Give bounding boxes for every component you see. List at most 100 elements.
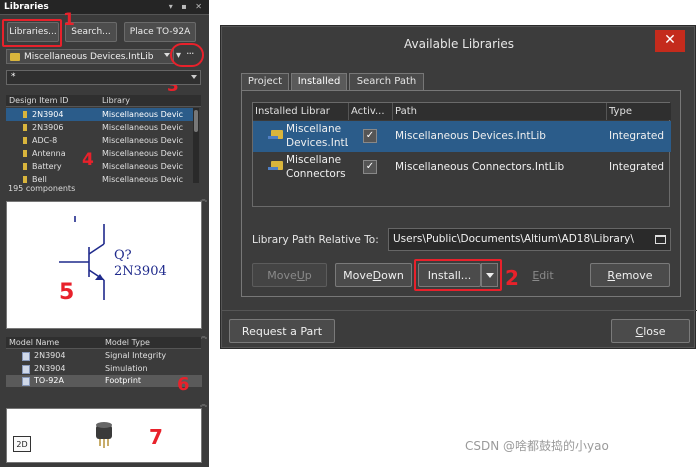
annotation-box-2 xyxy=(414,259,502,291)
components-table-header: Design Item ID Library xyxy=(6,95,201,107)
installed-libraries-table: Installed Librar Activ... Path Type Misc… xyxy=(252,102,671,207)
remove-button[interactable]: Remove xyxy=(590,263,670,287)
component-library: Miscellaneous Devic xyxy=(102,136,184,145)
close-accelerator: C xyxy=(635,324,644,338)
component-filter-input[interactable]: * xyxy=(6,70,201,85)
view-2d-button[interactable]: 2D xyxy=(13,436,31,452)
column-library[interactable]: Library xyxy=(102,95,130,106)
available-libraries-dialog: Available Libraries ✕ Project Installed … xyxy=(220,25,697,349)
relative-path-label: Library Path Relative To: xyxy=(252,234,379,246)
model-icon xyxy=(22,352,30,361)
column-model-name[interactable]: Model Name xyxy=(9,337,59,348)
schematic-designator: Q? xyxy=(114,248,132,263)
annotation-5: 5 xyxy=(59,280,75,305)
models-table-header: Model Name Model Type xyxy=(6,337,201,349)
tab-project[interactable]: Project xyxy=(241,73,289,90)
panel-title: Libraries xyxy=(4,2,49,12)
tab-installed[interactable]: Installed xyxy=(291,73,347,90)
move-down-button[interactable]: Move Down xyxy=(335,263,412,287)
move-down-label: Move xyxy=(343,268,373,282)
annotation-1: 1 xyxy=(63,10,75,30)
move-down-label-rest: own xyxy=(381,268,404,282)
active-checkbox[interactable]: ✓ xyxy=(363,160,377,174)
close-button[interactable]: Close xyxy=(611,319,690,343)
relative-path-value: Users\Public\Documents\Altium\AD18\Libra… xyxy=(393,233,634,245)
move-up-label-rest: p xyxy=(304,268,312,282)
remove-accelerator: R xyxy=(607,268,616,282)
component-row[interactable]: 2N3906 Miscellaneous Devic xyxy=(6,121,194,134)
column-design-item-id[interactable]: Design Item ID xyxy=(9,95,68,106)
model-name: TO-92A xyxy=(34,376,64,385)
model-row[interactable]: 2N3904 Signal Integrity xyxy=(6,350,202,362)
active-checkbox[interactable]: ✓ xyxy=(363,129,377,143)
annotation-4: 4 xyxy=(82,150,94,170)
column-type[interactable]: Type xyxy=(607,103,671,120)
annotation-box-1 xyxy=(2,19,62,47)
annotation-box-3 xyxy=(170,43,204,67)
component-row[interactable]: Antenna Miscellaneous Devic xyxy=(6,147,194,160)
transistor-symbol xyxy=(59,216,105,300)
request-part-button[interactable]: Request a Part xyxy=(229,319,335,343)
component-id: 2N3906 xyxy=(32,123,64,132)
splitter-handle[interactable]: ︽ xyxy=(200,331,207,341)
tab-search-path[interactable]: Search Path xyxy=(349,73,424,90)
relative-path-field[interactable]: Users\Public\Documents\Altium\AD18\Libra… xyxy=(388,228,671,251)
library-path: Miscellaneous Devices.IntLib xyxy=(395,130,546,142)
component-library: Miscellaneous Devic xyxy=(102,162,184,171)
place-component-button[interactable]: Place TO-92A xyxy=(124,22,196,42)
column-model-type[interactable]: Model Type xyxy=(105,337,150,348)
installed-library-row[interactable]: Miscellane Devices.IntLi ✓ Miscellaneous De… xyxy=(253,121,671,152)
close-icon[interactable]: ✕ xyxy=(655,30,685,52)
library-name-line1: Miscellane xyxy=(286,154,342,166)
filter-value: * xyxy=(11,72,16,82)
scrollbar-thumb[interactable] xyxy=(194,110,198,132)
model-row[interactable]: 2N3904 Simulation xyxy=(6,363,202,375)
library-name-line1: Miscellane xyxy=(286,123,342,135)
edit-accelerator: E xyxy=(532,268,540,282)
column-active[interactable]: Activ... xyxy=(349,103,393,120)
remove-label: emove xyxy=(615,268,653,282)
model-type: Simulation xyxy=(105,363,148,373)
panel-window-controls[interactable]: ▾ ▪ ✕ xyxy=(169,2,205,11)
move-down-accelerator: D xyxy=(372,268,382,282)
move-up-button[interactable]: Move Up xyxy=(252,263,327,287)
component-icon xyxy=(23,137,27,144)
library-name-line2: Devices.IntLi xyxy=(286,137,348,149)
installed-library-row[interactable]: Miscellane Connectors ✓ Miscellaneous Conne… xyxy=(253,152,671,183)
component-icon xyxy=(23,124,27,131)
annotation-6: 6 xyxy=(177,374,190,395)
column-path[interactable]: Path xyxy=(393,103,607,120)
column-installed-library[interactable]: Installed Librar xyxy=(253,103,349,120)
model-icon xyxy=(22,377,30,386)
close-label: lose xyxy=(643,324,666,338)
chevron-down-icon xyxy=(191,75,197,79)
annotation-7: 7 xyxy=(149,425,163,449)
component-row[interactable]: ADC-8 Miscellaneous Devic xyxy=(6,134,194,147)
component-library: Miscellaneous Devic xyxy=(102,110,184,119)
component-icon xyxy=(23,176,27,183)
components-scrollbar[interactable] xyxy=(193,108,199,183)
library-selector[interactable]: Miscellaneous Devices.IntLib xyxy=(6,49,174,64)
component-id: 2N3904 xyxy=(32,110,64,119)
folder-icon[interactable] xyxy=(655,235,666,244)
schematic-preview: Q? 2N3904 5 xyxy=(6,201,202,329)
component-library: Miscellaneous Devic xyxy=(102,123,184,132)
schematic-part-name: 2N3904 xyxy=(114,264,167,279)
model-icon xyxy=(22,364,30,374)
dialog-separator xyxy=(221,310,697,311)
model-name: 2N3904 xyxy=(34,351,66,360)
move-up-accelerator: U xyxy=(296,268,305,282)
annotation-2: 2 xyxy=(505,266,519,290)
model-type: Footprint xyxy=(105,376,142,385)
edit-label: dit xyxy=(539,268,554,282)
dialog-title: Available Libraries xyxy=(404,37,514,51)
edit-button[interactable]: Edit xyxy=(521,263,565,287)
component-row[interactable]: Battery Miscellaneous Devic xyxy=(6,160,194,173)
footprint-3d-preview: 2D 7 xyxy=(6,408,202,463)
component-count: 195 components xyxy=(8,184,76,193)
component-row[interactable]: 2N3904 Miscellaneous Devic xyxy=(6,108,194,121)
library-type: Integrated xyxy=(609,161,664,173)
library-type: Integrated xyxy=(609,130,664,142)
model-row[interactable]: TO-92A Footprint xyxy=(6,375,202,387)
library-path: Miscellaneous Connectors.IntLib xyxy=(395,161,565,173)
